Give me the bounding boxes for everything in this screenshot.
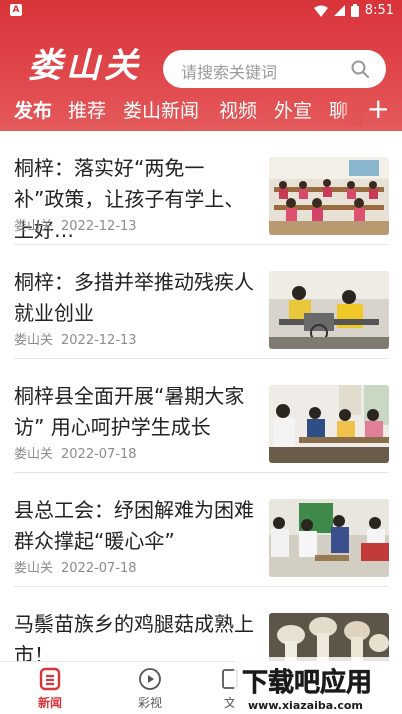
status-bar: A 8:51 [0, 0, 402, 24]
search-bar[interactable]: 请搜索关键词 [163, 50, 386, 88]
channel-tabs: 发布 推荐 娄山新闻 视频 外宣 聊 + [0, 92, 402, 126]
list-item[interactable]: 县总工会：纾困解难为困难群众撑起“暖心伞” 娄山关 2022-07-18 [14, 473, 389, 587]
search-icon[interactable] [350, 59, 370, 79]
news-feed: 桐梓：落实好“两免一补”政策，让孩子有学上、上好… 娄山关 2022-12-13 … [0, 131, 402, 661]
signal-icon [333, 5, 345, 16]
status-time: 8:51 [364, 3, 394, 18]
search-placeholder: 请搜索关键词 [181, 63, 278, 82]
add-channel-icon[interactable]: + [367, 92, 390, 125]
play-icon [139, 668, 161, 690]
news-thumbnail[interactable] [269, 385, 389, 463]
news-title[interactable]: 马鬃苗族乡的鸡腿菇成熟上市！ [14, 609, 254, 661]
tab-publish[interactable]: 发布 [14, 96, 52, 123]
news-thumbnail[interactable] [269, 499, 389, 577]
news-source: 娄山关 [14, 333, 54, 348]
watermark: 下载吧应用 www.xiazaiba.com [234, 657, 402, 714]
tabbar-label: 彩视 [137, 696, 162, 710]
news-title[interactable]: 县总工会：纾困解难为困难群众撑起“暖心伞” [14, 495, 254, 557]
tab-video[interactable]: 视频 [219, 96, 257, 123]
news-date: 2022-07-18 [61, 447, 137, 462]
app-logo: 娄山关 [28, 46, 142, 86]
news-date: 2022-12-13 [61, 219, 137, 234]
list-item[interactable]: 桐梓县全面开展“暑期大家访” 用心呵护学生成长 娄山关 2022-07-18 [14, 359, 389, 473]
tabbar-news[interactable]: 新闻 [20, 667, 80, 711]
tabbar-video[interactable]: 彩视 [120, 667, 180, 711]
tab-external[interactable]: 外宣 [274, 96, 312, 123]
news-date: 2022-12-13 [61, 333, 137, 348]
list-item[interactable]: 桐梓：多措并举推动残疾人就业创业 娄山关 2022-12-13 [14, 245, 389, 359]
news-meta: 娄山关 2022-07-18 [14, 443, 137, 462]
tab-loushan-news[interactable]: 娄山新闻 [123, 96, 199, 123]
news-thumbnail[interactable] [269, 271, 389, 349]
watermark-url: www.xiazaiba.com [248, 699, 363, 712]
notification-icon: A [10, 4, 22, 16]
wifi-icon [313, 5, 328, 17]
news-thumbnail[interactable] [269, 157, 389, 235]
tab-recommend[interactable]: 推荐 [68, 96, 106, 123]
news-source: 娄山关 [14, 447, 54, 462]
watermark-text: 下载吧应用 [242, 667, 372, 698]
news-meta: 娄山关 2022-12-13 [14, 215, 137, 234]
news-thumbnail[interactable] [269, 613, 389, 661]
news-meta: 娄山关 2022-12-13 [14, 329, 137, 348]
list-item[interactable]: 马鬃苗族乡的鸡腿菇成熟上市！ [14, 587, 389, 661]
news-source: 娄山关 [14, 561, 54, 576]
list-item[interactable]: 桐梓：落实好“两免一补”政策，让孩子有学上、上好… 娄山关 2022-12-13 [14, 131, 389, 245]
news-source: 娄山关 [14, 219, 54, 234]
news-title[interactable]: 桐梓：多措并举推动残疾人就业创业 [14, 267, 254, 329]
news-title[interactable]: 桐梓县全面开展“暑期大家访” 用心呵护学生成长 [14, 381, 254, 443]
tabbar-label: 新闻 [37, 696, 62, 710]
battery-icon [350, 4, 359, 17]
news-meta: 娄山关 2022-07-18 [14, 557, 137, 576]
news-date: 2022-07-18 [61, 561, 137, 576]
news-icon [39, 667, 61, 691]
app-header: A 8:51 娄山关 请搜索关键词 发布 推荐 娄山新闻 视频 外宣 聊 + [0, 0, 402, 131]
